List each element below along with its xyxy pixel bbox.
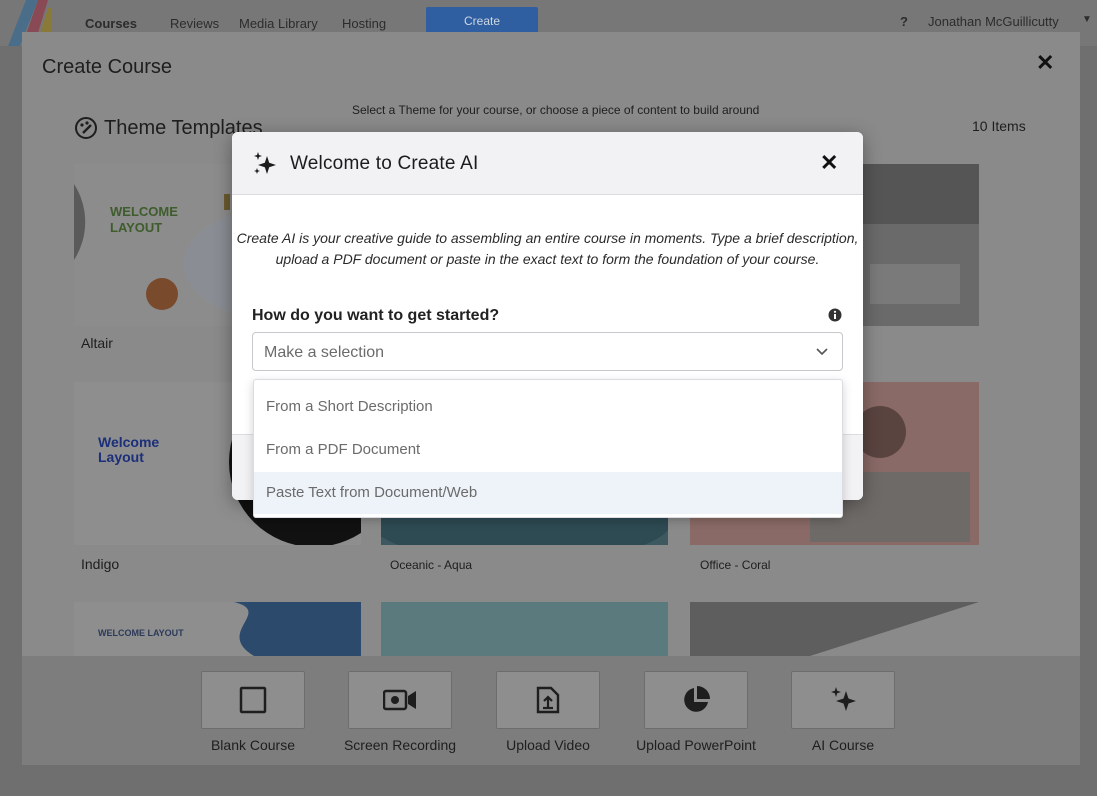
theme-card-gray[interactable] <box>690 602 979 656</box>
screen-recording-label: Screen Recording <box>343 737 457 753</box>
square-icon <box>239 686 267 714</box>
upload-video-button[interactable] <box>496 671 600 729</box>
modal-title: Welcome to Create AI <box>290 153 479 174</box>
modal-intro: Create AI is your creative guide to asse… <box>232 228 863 270</box>
upload-powerpoint-button[interactable] <box>644 671 748 729</box>
panel-close-icon[interactable]: ✕ <box>1036 50 1054 76</box>
camera-icon <box>383 689 416 711</box>
panel-subtitle: Select a Theme for your course, or choos… <box>352 103 760 117</box>
option-short-description[interactable]: From a Short Description <box>254 386 842 428</box>
theme-preview-image <box>381 602 668 656</box>
sparkle-icon <box>831 687 856 711</box>
nav-create-button[interactable]: Create <box>426 7 538 35</box>
blank-course-label: Blank Course <box>210 737 296 753</box>
nav-hosting[interactable]: Hosting <box>342 16 386 31</box>
start-method-label: How do you want to get started? <box>252 307 500 324</box>
select-placeholder: Make a selection <box>264 344 385 361</box>
theme-preview-text: WELCOME LAYOUT <box>110 204 178 235</box>
upload-powerpoint-label: Upload PowerPoint <box>636 737 756 753</box>
nav-courses[interactable]: Courses <box>85 16 137 31</box>
theme-card-teal[interactable] <box>381 602 668 656</box>
modal-intro-line: Create AI is your creative guide to asse… <box>236 230 859 246</box>
nav-media-library[interactable]: Media Library <box>239 16 318 31</box>
screen-recording-button[interactable] <box>348 671 452 729</box>
modal-intro-line: upload a PDF document or paste in the ex… <box>275 251 820 267</box>
theme-preview-text: WELCOME LAYOUT <box>98 628 184 638</box>
ai-course-label: AI Course <box>811 737 875 753</box>
close-icon[interactable]: ✕ <box>820 150 838 176</box>
theme-card-label: Indigo <box>81 556 120 572</box>
user-menu[interactable]: Jonathan McGuillicutty <box>928 14 1059 29</box>
theme-preview-text: Welcome Layout <box>98 434 160 465</box>
panel-title: Create Course <box>42 56 173 78</box>
theme-card-welcome[interactable]: WELCOME LAYOUT <box>74 602 361 656</box>
ai-course-button[interactable] <box>791 671 895 729</box>
sparkle-icon <box>254 152 276 174</box>
start-method-select[interactable]: Make a selection <box>252 332 843 371</box>
nav-reviews[interactable]: Reviews <box>170 16 219 31</box>
upload-video-label: Upload Video <box>506 737 590 753</box>
info-icon[interactable] <box>828 308 842 322</box>
pie-chart-icon <box>684 686 710 712</box>
blank-course-button[interactable] <box>201 671 305 729</box>
modal-header: Welcome to Create AI ✕ <box>232 132 863 195</box>
caret-down-icon[interactable]: ▼ <box>1082 14 1092 25</box>
help-button[interactable]: ? <box>900 14 908 29</box>
chevron-down-icon <box>816 348 828 356</box>
panel-header: Create Course ✕ <box>22 32 1080 96</box>
option-paste-text[interactable]: Paste Text from Document/Web <box>254 472 842 514</box>
theme-card-label: Office - Coral <box>700 558 771 572</box>
items-count: 10 Items <box>972 118 1026 134</box>
palette-icon <box>75 117 97 139</box>
option-pdf-document[interactable]: From a PDF Document <box>254 429 842 471</box>
start-method-options: From a Short Description From a PDF Docu… <box>253 379 843 518</box>
theme-card-label: Altair <box>81 335 113 351</box>
theme-preview-image <box>690 602 979 656</box>
upload-icon <box>536 686 560 714</box>
theme-card-label: Oceanic - Aqua <box>390 558 473 572</box>
